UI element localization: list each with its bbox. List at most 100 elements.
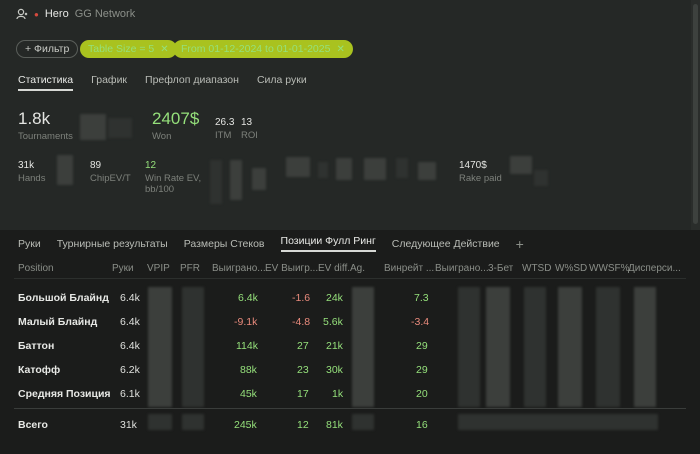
- total-divider: [14, 408, 686, 409]
- redacted-block: [364, 158, 386, 180]
- column-header-winrate[interactable]: Винрейт ...: [384, 263, 434, 274]
- hero-name[interactable]: Hero: [45, 8, 69, 20]
- add-tab-icon[interactable]: +: [516, 236, 524, 252]
- add-filter-button[interactable]: + Фильтр: [16, 40, 79, 58]
- stat-winrate-ev: 12 Win Rate EV, bb/100: [145, 160, 201, 195]
- stat-value: 1470$: [459, 160, 487, 171]
- column-header-won-2[interactable]: Выиграно...: [435, 263, 489, 274]
- stat-label: Tournaments: [18, 131, 73, 142]
- redacted-block: [418, 162, 436, 180]
- table-tabs: Руки Турнирные результаты Размеры Стеков…: [18, 235, 524, 252]
- redacted-block: [252, 168, 266, 190]
- row-ev-diff: 5.6k: [323, 316, 343, 328]
- row-ev: 23: [297, 364, 309, 376]
- row-won: 6.4k: [238, 292, 258, 304]
- stat-value: 1.8k: [18, 109, 51, 128]
- redacted-block: [318, 162, 328, 178]
- column-header-variance[interactable]: Дисперси...: [628, 263, 681, 274]
- close-icon[interactable]: ✕: [336, 44, 344, 55]
- stat-chipev: 89 ChipEV/T: [90, 160, 131, 184]
- row-winrate: 29: [416, 364, 428, 376]
- redacted-block: [336, 158, 352, 180]
- tab-statistics[interactable]: Статистика: [18, 74, 74, 91]
- stat-roi: 13 ROI: [241, 117, 258, 141]
- row-ev-diff: 21k: [326, 340, 343, 352]
- row-winrate: 20: [416, 388, 428, 400]
- scrollbar-thumb[interactable]: [693, 4, 698, 224]
- column-header-hands[interactable]: Руки: [112, 263, 134, 274]
- stat-label: Won: [152, 131, 172, 142]
- row-ev: 17: [297, 388, 309, 400]
- redacted-block: [396, 158, 408, 178]
- row-hands: 6.2k: [120, 364, 140, 376]
- redacted-block: [534, 170, 548, 186]
- tab-next-action[interactable]: Следующее Действие: [392, 238, 500, 250]
- column-header-wsd[interactable]: W%SD: [555, 263, 587, 274]
- row-ev: -4.8: [292, 316, 311, 328]
- stat-label: Hands: [18, 173, 46, 184]
- stat-itm: 26.3 ITM: [215, 117, 234, 141]
- row-position[interactable]: Малый Блайнд: [18, 316, 97, 328]
- redacted-column: [634, 287, 656, 407]
- stat-tournaments: 1.8k Tournaments: [18, 109, 73, 142]
- column-header-won[interactable]: Выиграно...: [212, 263, 266, 274]
- filter-chip-table-size[interactable]: Table Size = 5 ✕: [80, 40, 177, 58]
- column-header-wtsd[interactable]: WTSD: [522, 263, 551, 274]
- tab-preflop-range[interactable]: Префлоп диапазон: [145, 74, 239, 91]
- stat-value: 13: [241, 117, 253, 128]
- redacted-column: [182, 287, 204, 407]
- redacted-column: [558, 287, 582, 407]
- total-winrate: 16: [416, 419, 428, 431]
- column-header-ev-won[interactable]: EV Выигр...: [265, 263, 318, 274]
- redacted-column: [596, 287, 620, 407]
- row-won: 88k: [240, 364, 257, 376]
- column-header-position[interactable]: Position: [18, 263, 54, 274]
- redacted-block: [108, 118, 132, 138]
- tab-hands[interactable]: Руки: [18, 238, 41, 250]
- tab-graph[interactable]: График: [91, 74, 127, 91]
- column-header-vpip[interactable]: VPIP: [147, 263, 170, 274]
- column-header-ev-diff[interactable]: EV diff.: [318, 263, 350, 274]
- row-ev-diff: 24k: [326, 292, 343, 304]
- row-position[interactable]: Катофф: [18, 364, 60, 376]
- redacted-block: [80, 114, 106, 140]
- row-won: -9.1k: [234, 316, 258, 328]
- filter-chip-label: From 01-12-2024 to 01-01-2025: [181, 43, 331, 55]
- row-hands: 6.4k: [120, 292, 140, 304]
- total-ev-diff: 81k: [326, 419, 343, 431]
- row-winrate: -3.4: [411, 316, 430, 328]
- row-ev-diff: 1k: [332, 388, 344, 400]
- stat-label: ChipEV/T: [90, 173, 131, 184]
- stat-label: Win Rate EV,: [145, 173, 202, 184]
- row-position[interactable]: Большой Блайнд: [18, 292, 109, 304]
- redacted-block: [57, 155, 73, 185]
- row-hands: 6.1k: [120, 388, 140, 400]
- stat-value: 12: [145, 160, 157, 171]
- redacted-block: [210, 160, 222, 204]
- column-header-aggression[interactable]: Ag.: [350, 263, 365, 274]
- row-hands: 6.4k: [120, 316, 140, 328]
- row-winrate: 29: [416, 340, 428, 352]
- tab-tournament-results[interactable]: Турнирные результаты: [57, 238, 168, 250]
- stat-label: ROI: [241, 130, 258, 141]
- filter-chip-label: Table Size = 5: [88, 43, 155, 55]
- stat-label: ITM: [215, 130, 232, 141]
- row-won: 114k: [236, 340, 258, 352]
- tab-hand-strength[interactable]: Сила руки: [257, 74, 307, 91]
- scrollbar[interactable]: [691, 0, 700, 230]
- column-header-wwsf[interactable]: WWSF%: [589, 263, 630, 274]
- column-header-pfr[interactable]: PFR: [180, 263, 200, 274]
- filter-chip-date-range[interactable]: From 01-12-2024 to 01-01-2025 ✕: [173, 40, 353, 58]
- row-position[interactable]: Баттон: [18, 340, 54, 352]
- column-header-3bet[interactable]: 3-Бет: [488, 263, 513, 274]
- stat-label: bb/100: [145, 184, 175, 195]
- status-dot-icon: ●: [34, 9, 39, 19]
- close-icon[interactable]: ✕: [160, 44, 168, 55]
- tab-stack-sizes[interactable]: Размеры Стеков: [184, 238, 265, 250]
- tab-full-ring-positions[interactable]: Позиции Фулл Ринг: [280, 235, 376, 252]
- row-position[interactable]: Средняя Позиция: [18, 388, 111, 400]
- stat-label: Rake paid: [459, 173, 502, 184]
- redacted-block: [148, 414, 172, 430]
- player-icon: [16, 8, 28, 20]
- redacted-block: [510, 156, 532, 174]
